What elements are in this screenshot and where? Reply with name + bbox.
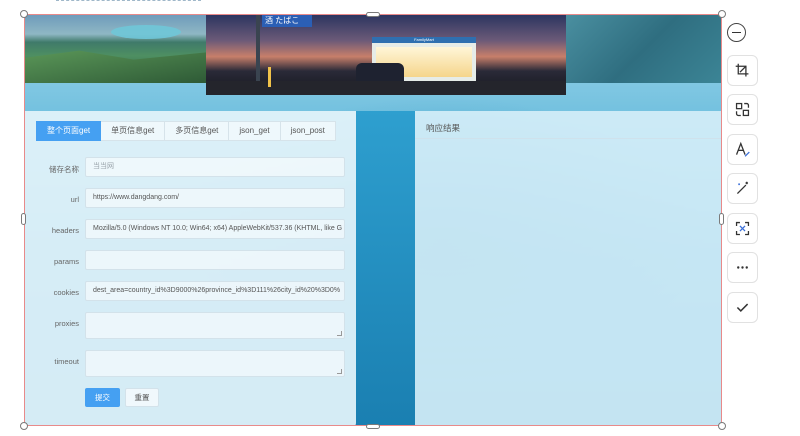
cookies-label: cookies — [53, 288, 79, 297]
check-glyph — [736, 303, 749, 312]
text-edit-glyph — [735, 141, 750, 157]
response-divider — [415, 138, 721, 139]
minus-bar — [732, 31, 741, 34]
banner-street-image: 酒 たばこ FamilyMart — [206, 15, 566, 95]
corner-handle-bottom-left[interactable] — [20, 422, 28, 430]
row-headers: headers Mozilla/5.0 (Windows NT 10.0; Wi… — [25, 219, 356, 241]
row-url: url https://www.dangdang.com/ — [25, 188, 356, 210]
params-label: params — [53, 257, 79, 266]
background-gap — [356, 111, 415, 425]
url-input[interactable]: https://www.dangdang.com/ — [85, 188, 345, 208]
resize-handle-icon[interactable] — [337, 331, 342, 336]
resize-handle-icon[interactable] — [337, 369, 342, 374]
name-input[interactable]: 当当网 — [85, 157, 345, 177]
row-proxies: proxies — [25, 312, 356, 339]
minus-icon[interactable] — [727, 23, 746, 42]
corner-handle-top-left[interactable] — [20, 10, 28, 18]
row-params: params — [25, 250, 356, 272]
row-timeout: timeout — [25, 350, 356, 377]
proxies-label: proxies — [54, 319, 79, 328]
headers-label: headers — [51, 226, 79, 235]
edge-handle-top[interactable] — [366, 12, 380, 17]
magic-wand-glyph — [736, 181, 749, 195]
road — [206, 81, 566, 95]
url-label: url — [70, 195, 79, 204]
request-tabs: 整个页面get 单页信息get 多页信息get json_get json_po… — [36, 121, 336, 141]
street-lamp — [268, 67, 271, 87]
edge-handle-left[interactable] — [21, 213, 26, 225]
corner-handle-top-right[interactable] — [718, 10, 726, 18]
edge-handle-right[interactable] — [719, 213, 724, 225]
request-form-panel: 整个页面get 单页信息get 多页信息get json_get json_po… — [25, 111, 356, 425]
tab-single-page-get[interactable]: 单页信息get — [101, 121, 166, 141]
shop-sign: 酒 たばこ — [262, 15, 312, 27]
params-input[interactable] — [85, 250, 345, 270]
lake-shape — [111, 25, 181, 39]
magic-wand-icon[interactable] — [727, 173, 758, 204]
submit-button[interactable]: 提交 — [85, 388, 120, 407]
timeout-label: timeout — [54, 357, 79, 366]
swap-icon[interactable] — [727, 94, 758, 125]
corner-handle-bottom-right[interactable] — [718, 422, 726, 430]
edge-handle-bottom[interactable] — [366, 424, 380, 429]
banner-texture-image — [566, 15, 721, 83]
crop-glyph — [735, 63, 749, 77]
reset-button[interactable]: 重置 — [125, 388, 159, 407]
cookies-input[interactable]: dest_area=country_id%3D9000%26province_i… — [85, 281, 345, 301]
screenshot-editor: 酒 たばこ FamilyMart 整个页面get 单页信息get 多页信息get… — [0, 0, 800, 436]
response-title: 响应结果 — [426, 123, 461, 133]
tab-multi-page-get[interactable]: 多页信息get — [165, 121, 230, 141]
text-edit-icon[interactable] — [727, 134, 758, 165]
hill-shape — [25, 50, 206, 83]
proxies-textarea[interactable] — [85, 312, 345, 339]
timeout-textarea[interactable] — [85, 350, 345, 377]
headers-input[interactable]: Mozilla/5.0 (Windows NT 10.0; Win64; x64… — [85, 219, 345, 239]
tab-json-post[interactable]: json_post — [280, 121, 336, 141]
tab-whole-page-get[interactable]: 整个页面get — [36, 121, 102, 141]
store-sign-bar: FamilyMart — [372, 37, 476, 43]
crop-icon[interactable] — [727, 55, 758, 86]
capture-region[interactable]: 酒 たばこ FamilyMart 整个页面get 单页信息get 多页信息get… — [24, 14, 722, 426]
dashed-guide — [56, 0, 201, 1]
banner-landscape-image — [25, 15, 206, 83]
ocr-scan-glyph — [735, 221, 750, 236]
name-label: 储存名称 — [49, 165, 79, 174]
more-icon[interactable] — [727, 252, 758, 283]
more-glyph — [737, 266, 748, 269]
row-name: 储存名称 当当网 — [25, 157, 356, 179]
swap-glyph — [735, 102, 750, 117]
row-cookies: cookies dest_area=country_id%3D9000%26pr… — [25, 281, 356, 303]
confirm-check-icon[interactable] — [727, 292, 758, 323]
ocr-scan-icon[interactable] — [727, 213, 758, 244]
tab-json-get[interactable]: json_get — [229, 121, 281, 141]
response-panel: 响应结果 — [415, 111, 721, 425]
